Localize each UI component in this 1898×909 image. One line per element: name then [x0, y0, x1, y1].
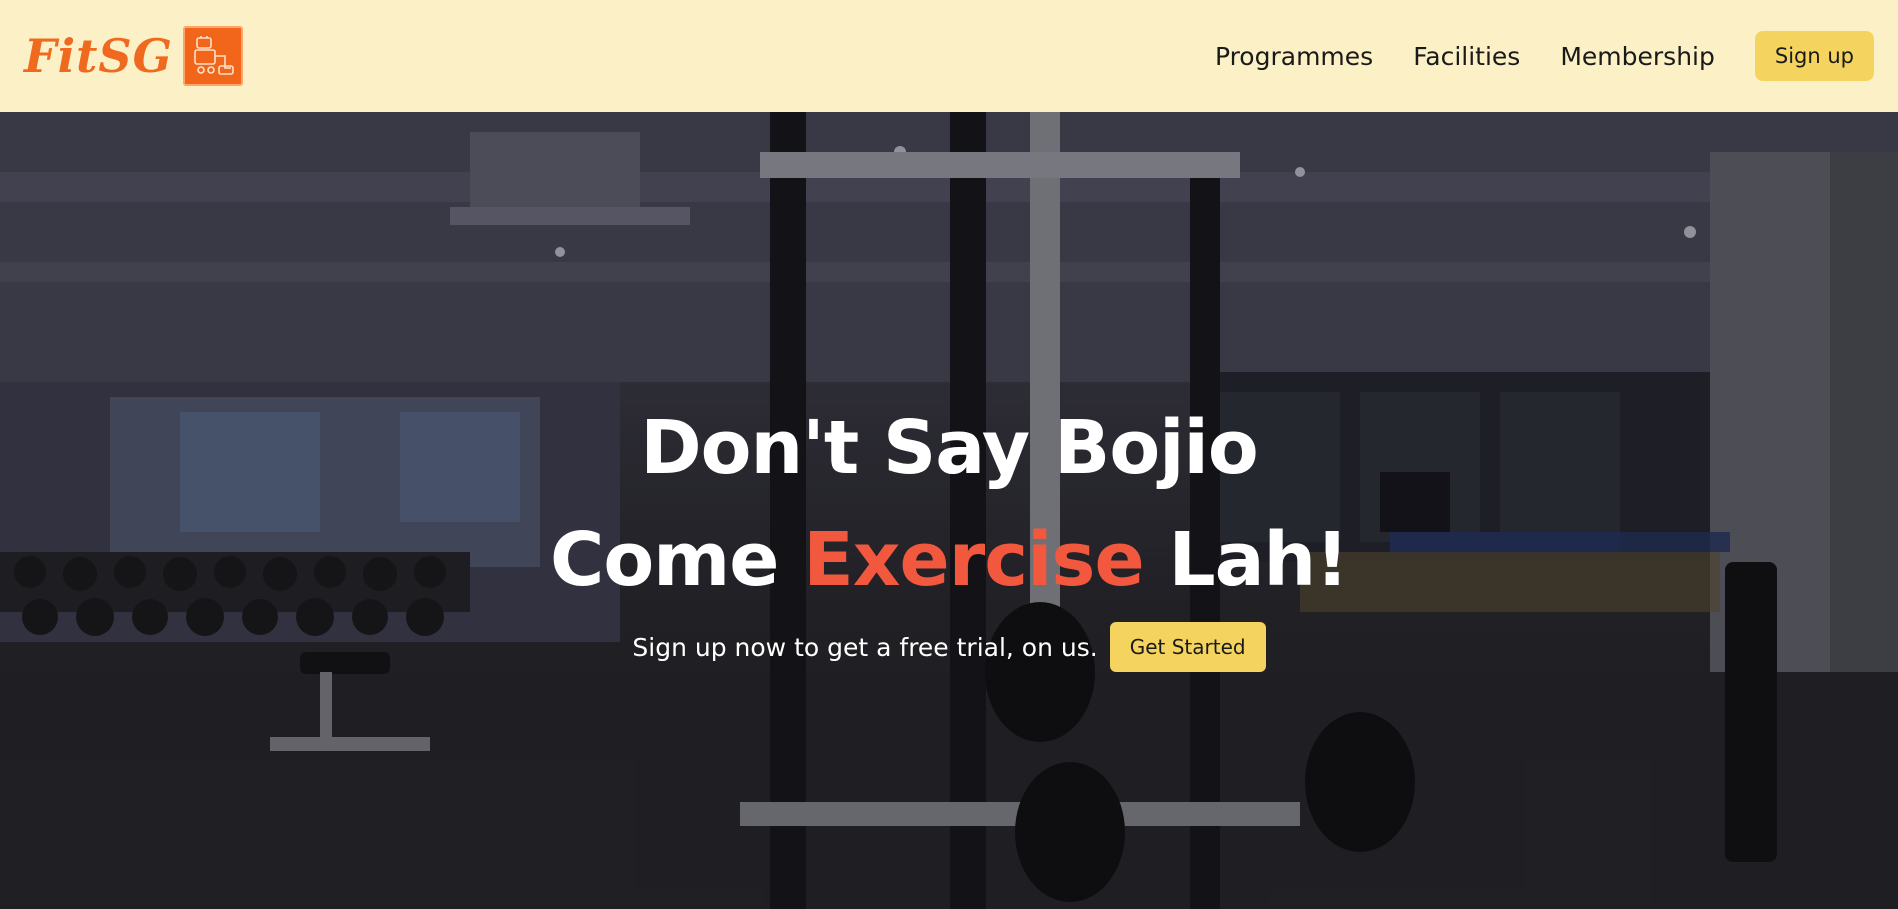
nav-links: Programmes Facilities Membership Sign up — [1215, 31, 1874, 81]
signup-button[interactable]: Sign up — [1754, 31, 1874, 81]
hero-subtext: Sign up now to get a free trial, on us. — [632, 632, 1098, 662]
headline-accent-word: Exercise — [803, 517, 1144, 603]
nav-link-programmes[interactable]: Programmes — [1215, 42, 1373, 71]
brand-name: FitSG — [24, 29, 173, 83]
hero-content: Don't Say Bojio Come Exercise Lah! Sign … — [0, 392, 1898, 672]
headline-line-2-prefix: Come — [550, 517, 779, 603]
navbar: FitSG Programmes Facilities Membership S… — [0, 0, 1898, 112]
headline-line-1: Don't Say Bojio — [640, 405, 1259, 491]
nav-link-membership[interactable]: Membership — [1560, 42, 1715, 71]
get-started-button[interactable]: Get Started — [1109, 622, 1266, 672]
brand-logo-link[interactable]: FitSG — [24, 26, 243, 86]
hero-section: Don't Say Bojio Come Exercise Lah! Sign … — [0, 112, 1898, 909]
hero-subline: Sign up now to get a free trial, on us. … — [632, 622, 1266, 672]
nav-link-facilities[interactable]: Facilities — [1413, 42, 1520, 71]
hero-headline: Don't Say Bojio Come Exercise Lah! — [550, 392, 1349, 616]
fitness-equipment-icon — [182, 26, 243, 86]
headline-line-2-suffix: Lah! — [1168, 517, 1349, 603]
